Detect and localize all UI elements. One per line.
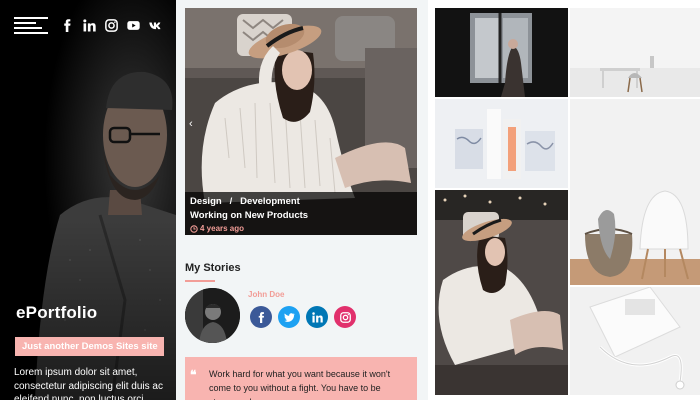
white-desk-chair-image [570,8,700,97]
gallery-item[interactable] [435,190,568,395]
instagram-icon[interactable] [105,18,118,32]
sidebar-bio: Lorem ipsum dolor sit amet, consectetur … [14,367,163,400]
book-earphones-image [570,287,700,395]
author-name[interactable]: John Doe [248,290,284,299]
chevron-left-icon[interactable]: ‹ [189,118,193,130]
sidebar-topbar [14,15,162,35]
twitter-icon[interactable] [278,306,300,328]
gallery-item[interactable] [570,8,700,97]
featured-post-categories: Design / Development [190,196,300,207]
youtube-icon[interactable] [127,19,140,32]
quote-icon: ❝ [190,368,197,382]
sidebar: ePortfolio Just another Demos Sites site… [0,0,176,400]
main-column: ‹ Design / Development Working on New Pr… [176,0,428,400]
featured-post-time-text: 4 years ago [200,224,245,233]
heading-underline [185,280,215,282]
featured-post-card[interactable]: ‹ Design / Development Working on New Pr… [185,8,417,235]
linkedin-icon[interactable] [83,18,96,32]
site-title[interactable]: ePortfolio [16,303,97,323]
facebook-icon[interactable] [61,18,74,32]
gallery-item[interactable] [570,287,700,395]
author-social-links [250,306,356,328]
woman-window-image [435,8,568,97]
featured-post-title[interactable]: Working on New Products [190,210,308,221]
avatar[interactable] [185,288,240,343]
gallery-item[interactable] [435,99,568,188]
category-development-link[interactable]: Development [240,196,300,207]
photo-gallery [428,0,700,400]
woman-sofa-gallery-image [435,190,568,395]
facebook-icon[interactable] [250,306,272,328]
category-design-link[interactable]: Design [190,196,222,207]
sidebar-social-links [61,18,162,32]
quote-card: ❝ Work hard for what you want because it… [185,357,417,400]
my-stories-heading: My Stories [185,262,241,274]
gallery-item[interactable] [570,99,700,285]
featured-post-date: 4 years ago [190,224,244,233]
category-separator: / [229,196,233,207]
product-packaging-image [435,99,568,188]
vk-icon[interactable] [149,19,162,32]
hamburger-menu-icon[interactable] [14,15,48,35]
instagram-icon[interactable] [334,306,356,328]
author-avatar-image [185,288,240,343]
clock-icon [190,224,198,233]
linkedin-icon[interactable] [306,306,328,328]
page: ePortfolio Just another Demos Sites site… [0,0,700,400]
gallery-item[interactable] [435,8,568,97]
site-tagline: Just another Demos Sites site [15,337,164,356]
quote-text: Work hard for what you want because it w… [209,369,391,400]
basket-chair-interior-image [570,99,700,285]
